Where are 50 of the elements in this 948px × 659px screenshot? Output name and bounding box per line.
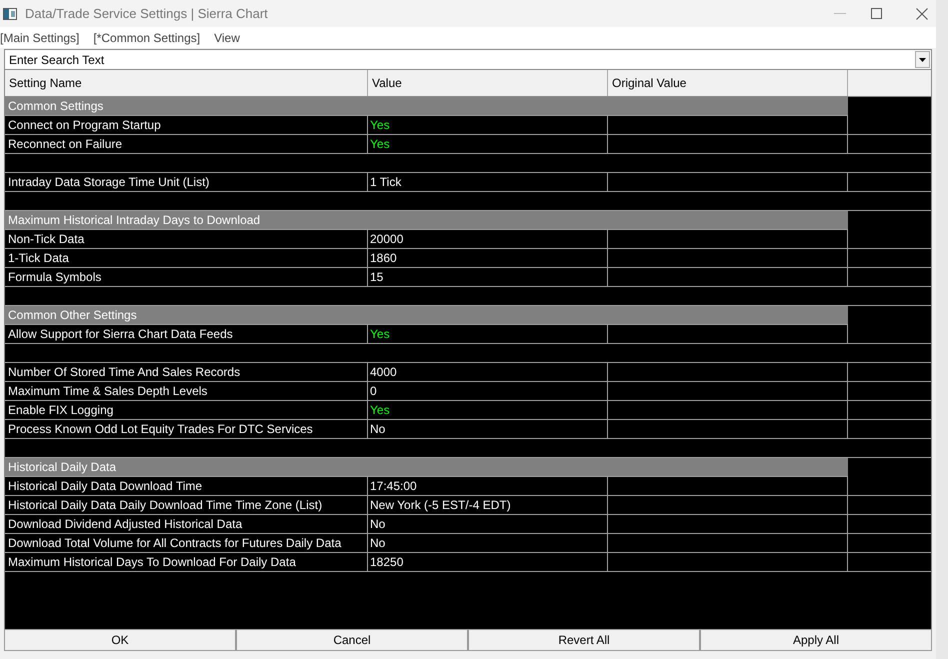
setting-name: Historical Daily Data Daily Download Time Time Zone (List) [8,497,322,514]
menu-item[interactable]: [Main Settings] [0,28,80,46]
setting-value[interactable]: No [370,515,386,533]
setting-value[interactable]: 17:45:00 [370,477,417,495]
section-header: Common Other Settings [5,306,848,325]
setting-name: Connect on Program Startup [8,117,161,134]
setting-name: Maximum Historical Days To Download For Daily Data [8,554,296,571]
dialog-button[interactable]: OK [4,629,236,651]
setting-name: Intraday Data Storage Time Unit (List) [8,174,210,191]
column-header: Value [372,75,402,92]
close-icon[interactable] [916,8,928,20]
window-title: Data/Trade Service Settings | Sierra Chart [25,4,268,23]
setting-name: 1-Tick Data [8,250,69,267]
dialog-button[interactable]: Cancel [236,629,468,651]
maximize-icon[interactable] [871,8,882,19]
dialog-button[interactable]: Revert All [468,629,700,651]
setting-name: Formula Symbols [8,269,102,286]
setting-name: Allow Support for Sierra Chart Data Feeds [8,326,233,343]
setting-value[interactable]: New York (-5 EST/-4 EDT) [370,496,511,514]
setting-value[interactable]: 20000 [370,230,404,248]
setting-value[interactable]: 15 [370,268,384,286]
setting-name: Reconnect on Failure [8,136,122,153]
setting-value[interactable]: No [370,420,386,438]
column-header: Original Value [612,75,686,92]
setting-value[interactable]: Yes [370,116,390,134]
setting-name: Download Total Volume for All Contracts for Futures Daily Data [8,535,342,552]
setting-value[interactable]: 4000 [370,363,397,381]
app-icon [3,8,17,20]
column-header: Setting Name [9,75,82,92]
setting-name: Historical Daily Data Download Time [8,478,202,495]
setting-value[interactable]: 1 Tick [370,173,402,191]
setting-value[interactable]: Yes [370,135,390,153]
setting-name: Process Known Odd Lot Equity Trades For DTC Services [8,421,313,438]
setting-value[interactable]: 1860 [370,249,397,267]
setting-name: Non-Tick Data [8,231,84,248]
menu-item[interactable]: View [214,28,240,46]
section-header: Common Settings [5,97,848,116]
setting-name: Enable FIX Logging [8,402,114,419]
section-header: Historical Daily Data [5,458,848,477]
setting-name: Download Dividend Adjusted Historical Data [8,516,242,533]
setting-name: Number Of Stored Time And Sales Records [8,364,240,381]
section-header: Maximum Historical Intraday Days to Download [5,211,848,230]
setting-value[interactable]: No [370,534,386,552]
menu-item[interactable]: [*Common Settings] [93,28,200,46]
dialog-button[interactable]: Apply All [700,629,932,651]
setting-value[interactable]: Yes [370,325,390,343]
setting-value[interactable]: Yes [370,401,390,419]
setting-value[interactable]: 0 [370,382,377,400]
setting-value[interactable]: 18250 [370,553,404,571]
setting-name: Maximum Time & Sales Depth Levels [8,383,208,400]
